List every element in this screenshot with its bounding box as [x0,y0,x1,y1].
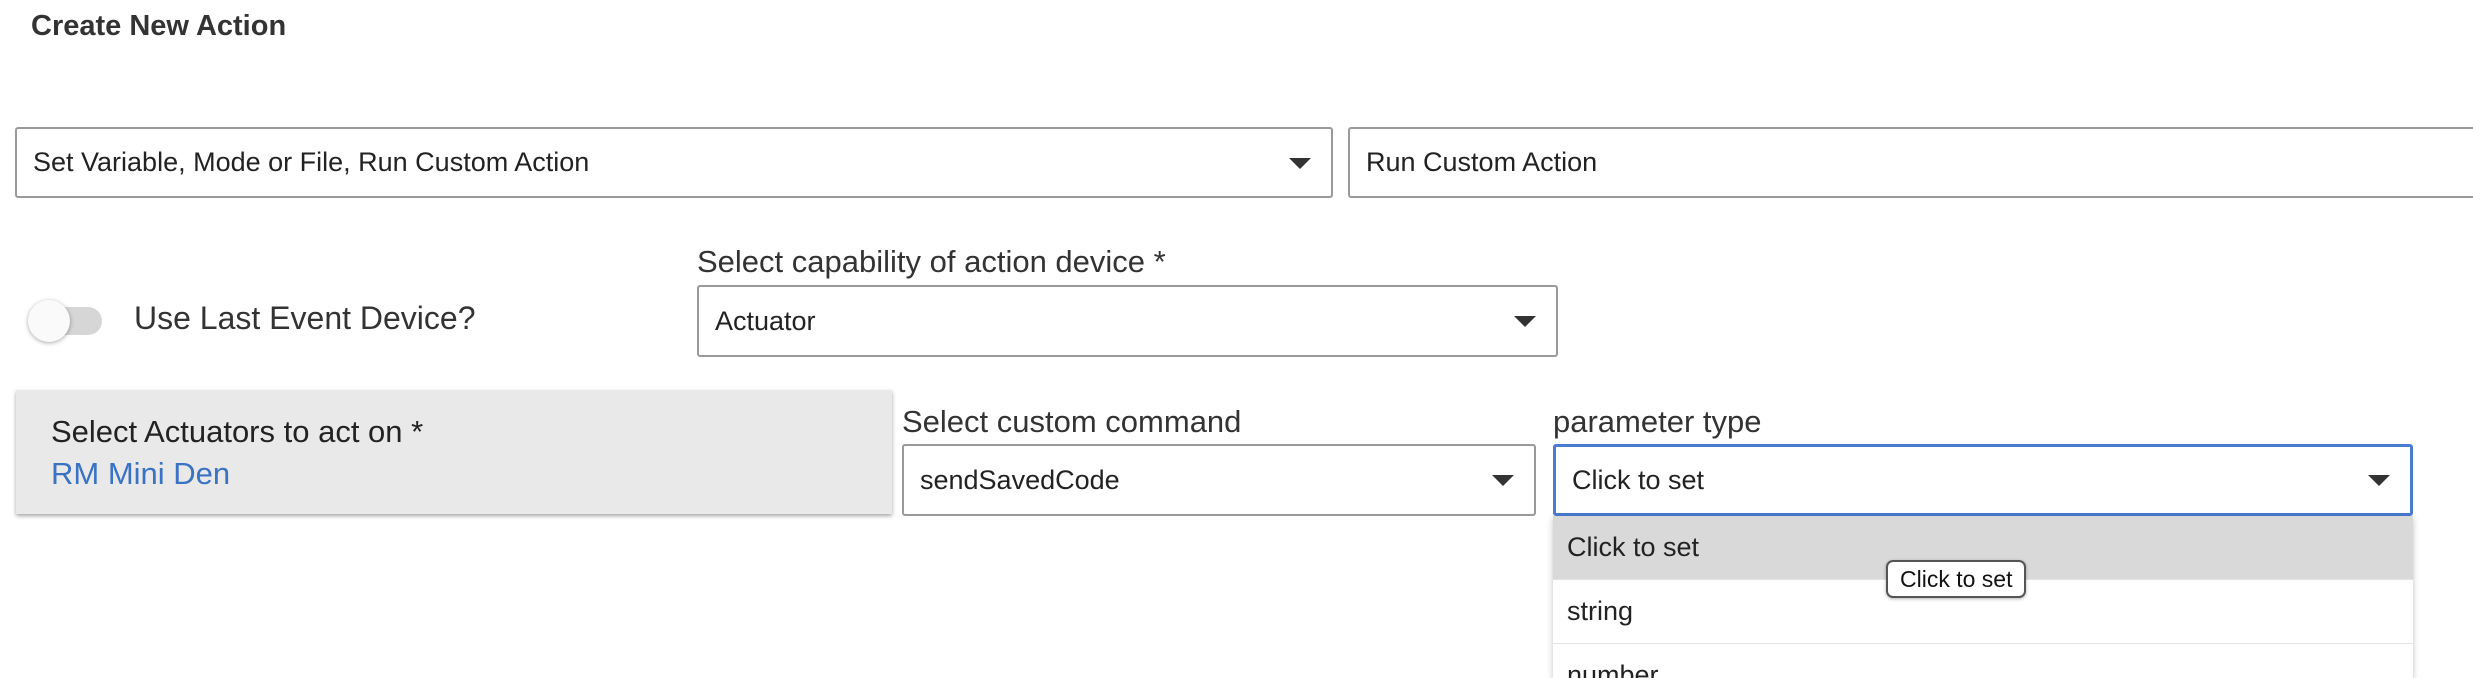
chevron-down-icon [2368,475,2390,486]
action-type-value: Run Custom Action [1366,147,1598,177]
dropdown-option-number[interactable]: number [1553,644,2413,678]
parameter-type-select[interactable]: Click to set [1553,444,2413,516]
option-tooltip: Click to set [1886,560,2027,598]
custom-command-select[interactable]: sendSavedCode [902,444,1536,516]
chevron-down-icon [1514,316,1536,327]
action-category-select[interactable]: Set Variable, Mode or File, Run Custom A… [15,127,1333,198]
parameter-type-value: Click to set [1572,464,1705,495]
use-last-event-device-label: Use Last Event Device? [134,300,476,336]
page-title: Create New Action [31,10,287,42]
actuators-picker[interactable]: Select Actuators to act on * RM Mini Den [16,390,892,514]
parameter-type-label: parameter type [1553,404,1762,439]
chevron-down-icon [1492,475,1514,486]
toggle-knob[interactable] [28,300,70,342]
capability-value: Actuator [715,305,816,336]
capability-select[interactable]: Actuator [697,285,1558,357]
action-category-value: Set Variable, Mode or File, Run Custom A… [33,147,590,177]
actuators-selected-device[interactable]: RM Mini Den [51,456,230,492]
capability-label: Select capability of action device * [697,244,1166,279]
actuators-label: Select Actuators to act on * [51,414,424,449]
action-type-select[interactable]: Run Custom Action [1348,127,2473,198]
chevron-down-icon [1289,157,1311,169]
custom-command-value: sendSavedCode [920,464,1120,495]
create-action-page: Create New Action Set Variable, Mode or … [0,0,2473,678]
custom-command-label: Select custom command [902,404,1242,439]
